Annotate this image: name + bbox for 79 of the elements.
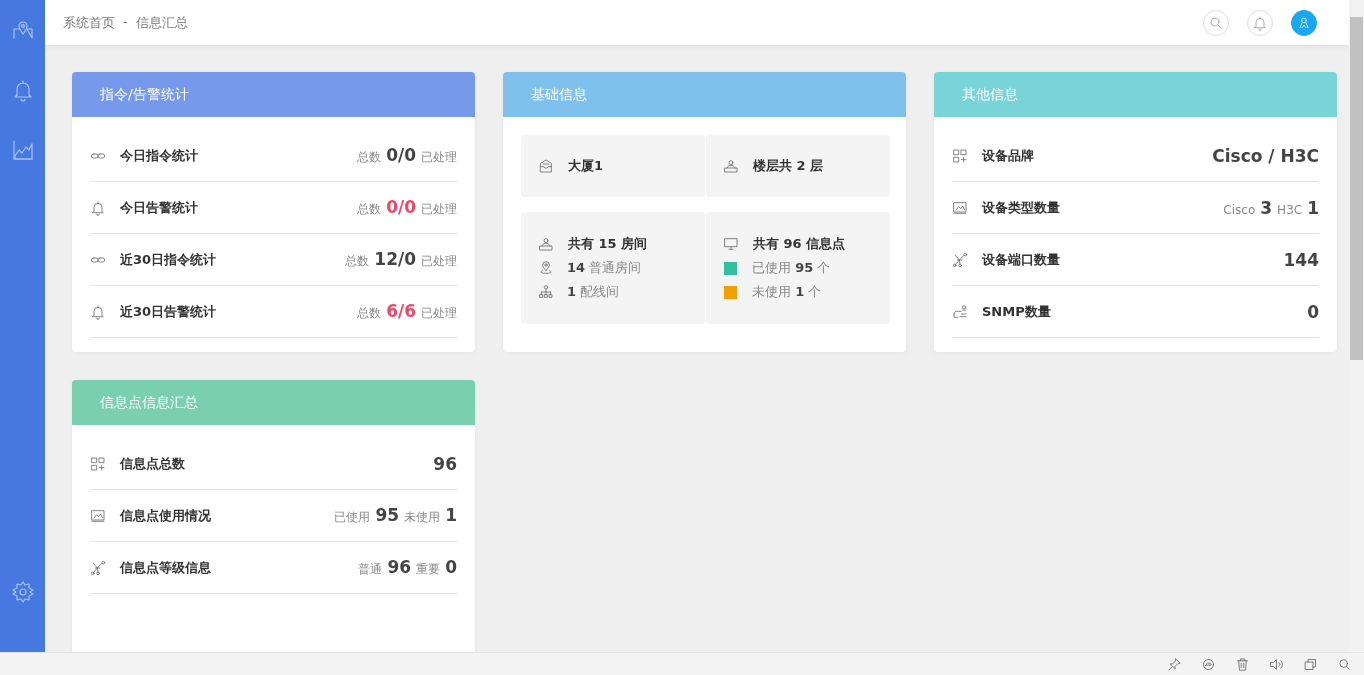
stat-value: 144 [1283,249,1319,270]
stat-value: 1 [1307,197,1319,218]
stat-value: 95 [375,505,400,525]
network-nodes-icon [952,251,968,268]
stat-value: 96 [387,557,412,577]
area-chart-icon[interactable] [10,138,35,162]
person-desk-icon [723,158,739,174]
breadcrumb-link[interactable]: 系统首页 [63,13,115,32]
grid-icon [90,455,106,472]
stat-value: 96 [433,453,457,474]
value-caption: 已处理 [421,149,457,166]
value-caption: 已处理 [421,253,457,270]
breadcrumb-link[interactable]: 信息汇总 [135,13,188,32]
speaker-icon[interactable] [1269,656,1284,672]
value-caption: 总数 [345,253,370,270]
pushpin-icon[interactable] [1167,656,1182,672]
tile-detail: 未使用 1 个 [752,283,822,301]
value-caption: 重要 [416,561,441,578]
stat-value: 3 [1260,197,1273,218]
stat-label: 今日告警统计 [120,198,199,217]
tile-title: 楼层共 2 层 [753,157,824,175]
picture-icon [952,199,968,216]
network-nodes-icon [90,559,106,576]
stat-value: 0/0 [386,145,416,165]
value-caption: 总数 [357,305,382,322]
org-chart-icon [538,284,554,300]
person-desk-icon [538,236,554,252]
value-caption: Cisco [1223,202,1256,217]
location-pin-icon [538,260,554,276]
stat-value: 12/0 [374,249,416,269]
stat-label: 信息点总数 [120,454,186,473]
stat-label: 设备类型数量 [982,198,1061,217]
value-caption: 已处理 [421,201,457,218]
value-caption: 总数 [357,201,382,218]
windows-icon[interactable] [1303,656,1318,672]
stat-value: Cisco / H3C [1212,145,1319,166]
stat-value: 0 [1307,301,1319,322]
tile-detail: 14 普通房间 [567,259,642,277]
tile-title: 共有 96 信息点 [753,235,846,253]
value-caption: 未使用 [404,509,441,526]
inbox-icon [538,158,554,174]
settings-icon[interactable] [10,580,35,604]
stat-label: 信息点使用情况 [120,506,212,525]
tile-title: 共有 15 房间 [568,235,648,253]
value-caption: H3C [1277,202,1303,217]
alert-value: 6/6 [386,301,416,321]
trash-icon[interactable] [1235,656,1250,672]
stat-label: 设备品牌 [982,146,1035,165]
tile-title: 大厦1 [568,157,604,175]
stat-label: 设备端口数量 [982,250,1061,269]
picture-icon [90,507,106,524]
user-icon[interactable] [1291,9,1317,36]
stat-value: 1 [445,505,457,525]
search-icon[interactable] [1337,656,1352,672]
value-caption: 已使用 [334,509,371,526]
card-title: 基础信息 [503,72,906,117]
grid-icon [952,147,968,164]
alert-value: 0/0 [386,197,416,217]
value-caption: 已处理 [421,305,457,322]
stat-label: SNMP数量 [982,302,1052,321]
stat-label: 近30日告警统计 [120,302,218,321]
tile-detail: 1 配线间 [567,283,620,301]
card-title: 指令/告警统计 [72,72,475,117]
server-hand-icon [952,303,968,320]
bell-icon [90,199,106,216]
breadcrumb-separator: - [123,13,128,31]
value-caption: 总数 [357,149,382,166]
value-caption: 普通 [358,561,383,578]
monitor-icon [723,236,739,252]
card-title: 信息点信息汇总 [72,380,475,425]
scrollbar-thumb[interactable] [1350,17,1363,360]
stat-label: 信息点等级信息 [120,558,212,577]
bell-icon [90,303,106,320]
tile-detail: 已使用 95 个 [752,259,831,277]
stat-label: 近30日指令统计 [120,250,218,269]
swirl-icon[interactable] [1201,656,1216,672]
card-title: 其他信息 [934,72,1337,117]
stat-value: 0 [445,557,457,577]
stat-label: 今日指令统计 [120,146,199,165]
